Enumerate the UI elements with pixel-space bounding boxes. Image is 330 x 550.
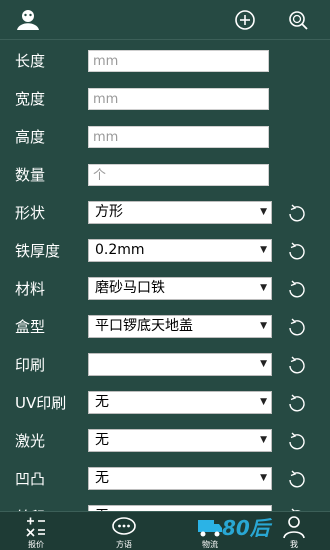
nav-logistics-label: 物流 — [202, 540, 218, 549]
length-label: 长度 — [15, 52, 46, 70]
printing-row: 印刷 ▼ — [0, 348, 330, 386]
thickness-select[interactable]: 0.2mm ▼ — [88, 239, 272, 262]
material-value: 磨砂马口铁 — [95, 280, 165, 296]
emboss-label: 凹凸 — [15, 470, 46, 488]
uv-printing-label: UV印刷 — [15, 394, 67, 412]
dropdown-arrow-icon: ▼ — [260, 283, 267, 293]
box-type-value: 平口锣底天地盖 — [95, 318, 193, 334]
dropdown-arrow-icon: ▼ — [260, 435, 267, 445]
dropdown-arrow-icon: ▼ — [260, 397, 267, 407]
uv-printing-select[interactable]: 无 ▼ — [88, 391, 272, 414]
refresh-icon[interactable] — [286, 278, 308, 300]
refresh-icon[interactable] — [286, 430, 308, 452]
emboss-value: 无 — [95, 470, 109, 486]
refresh-icon[interactable] — [286, 392, 308, 414]
width-input[interactable] — [88, 88, 269, 110]
dropdown-arrow-icon: ▼ — [260, 207, 267, 217]
shape-value: 方形 — [95, 204, 123, 220]
refresh-icon[interactable] — [286, 240, 308, 262]
nav-quote[interactable]: 报价 — [6, 512, 66, 550]
laser-value: 无 — [95, 432, 109, 448]
width-label: 宽度 — [15, 90, 46, 108]
laser-select[interactable]: 无 ▼ — [88, 429, 272, 452]
shape-select[interactable]: 方形 ▼ — [88, 201, 272, 224]
width-row: 宽度 — [0, 82, 330, 120]
dropdown-arrow-icon: ▼ — [260, 359, 267, 369]
dropdown-arrow-icon: ▼ — [260, 473, 267, 483]
refresh-icon[interactable] — [286, 316, 308, 338]
watermark: 80后 — [222, 516, 270, 540]
shape-label: 形状 — [15, 204, 46, 222]
thickness-row: 铁厚度 0.2mm ▼ — [0, 234, 330, 272]
height-label: 高度 — [15, 128, 46, 146]
truck-icon — [198, 520, 222, 537]
app-logo-icon — [17, 10, 39, 30]
uv-printing-row: UV印刷 无 ▼ — [0, 386, 330, 424]
dropdown-arrow-icon: ▼ — [260, 321, 267, 331]
calculator-icon — [26, 517, 45, 537]
top-bar — [0, 0, 330, 40]
nav-me[interactable]: 我 — [264, 512, 324, 550]
chat-bubble-icon — [112, 517, 136, 535]
thickness-value: 0.2mm — [95, 242, 145, 258]
material-label: 材料 — [15, 280, 46, 298]
search-icon[interactable] — [287, 9, 309, 31]
height-input[interactable] — [88, 126, 269, 148]
laser-row: 激光 无 ▼ — [0, 424, 330, 462]
material-select[interactable]: 磨砂马口铁 ▼ — [88, 277, 272, 300]
refresh-icon[interactable] — [286, 468, 308, 490]
nav-quote-label: 报价 — [28, 540, 44, 549]
box-type-select[interactable]: 平口锣底天地盖 ▼ — [88, 315, 272, 338]
emboss-select[interactable]: 无 ▼ — [88, 467, 272, 490]
emboss-row: 凹凸 无 ▼ — [0, 462, 330, 500]
thickness-label: 铁厚度 — [15, 242, 61, 260]
refresh-icon[interactable] — [286, 202, 308, 224]
user-icon — [283, 516, 305, 539]
printing-label: 印刷 — [15, 356, 46, 374]
length-row: 长度 — [0, 44, 330, 82]
quantity-input[interactable] — [88, 164, 269, 186]
refresh-icon[interactable] — [286, 354, 308, 376]
uv-printing-value: 无 — [95, 394, 109, 410]
box-type-row: 盒型 平口锣底天地盖 ▼ — [0, 310, 330, 348]
bottom-nav: 报价 方语 物流 我 — [0, 511, 330, 550]
box-type-label: 盒型 — [15, 318, 46, 336]
material-row: 材料 磨砂马口铁 ▼ — [0, 272, 330, 310]
height-row: 高度 — [0, 120, 330, 158]
laser-label: 激光 — [15, 432, 46, 450]
shape-row: 形状 方形 ▼ — [0, 196, 330, 234]
plus-circle-icon[interactable] — [234, 9, 256, 31]
quantity-label: 数量 — [15, 166, 46, 184]
nav-chat-label: 方语 — [116, 540, 132, 549]
nav-chat[interactable]: 方语 — [94, 512, 154, 550]
quantity-row: 数量 — [0, 158, 330, 196]
nav-me-label: 我 — [290, 540, 298, 549]
printing-select[interactable]: ▼ — [88, 353, 272, 376]
dropdown-arrow-icon: ▼ — [260, 245, 267, 255]
length-input[interactable] — [88, 50, 269, 72]
